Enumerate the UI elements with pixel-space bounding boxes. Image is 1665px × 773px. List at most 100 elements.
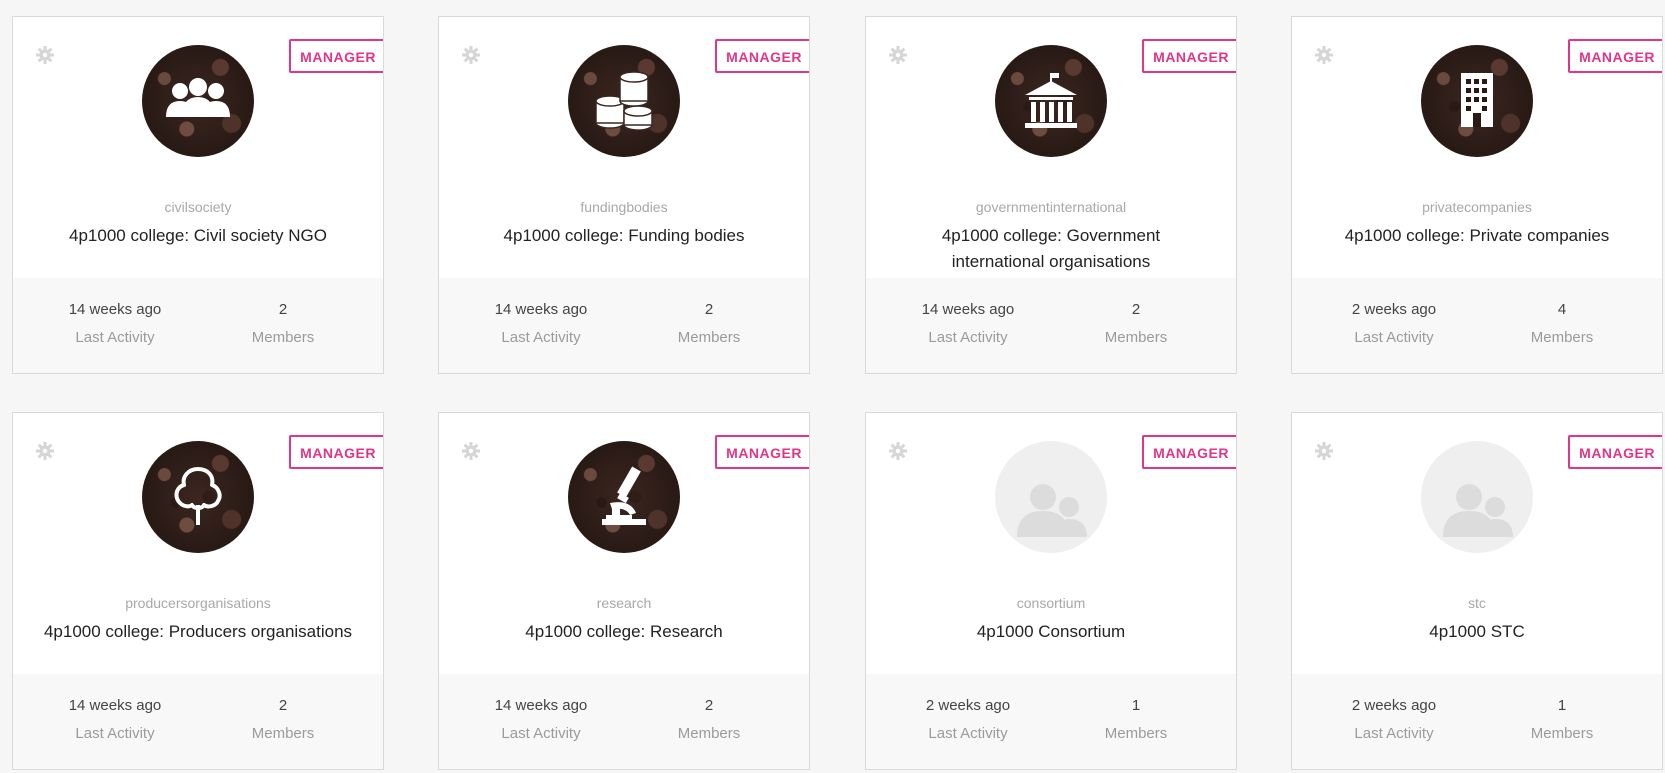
members-count: 2: [278, 301, 288, 318]
last-activity-stat: 14 weeks ago Last Activity: [35, 696, 195, 744]
group-title[interactable]: 4p1000 college: Producers organisations: [43, 619, 353, 645]
manager-badge: MANAGER: [1568, 39, 1662, 73]
last-activity-label: Last Activity: [75, 725, 155, 742]
default-group-icon: [1443, 484, 1513, 537]
manager-badge: MANAGER: [289, 435, 383, 469]
members-stat: 2 Members: [203, 696, 363, 744]
members-count: 4: [1557, 301, 1567, 318]
group-avatar[interactable]: [1421, 45, 1533, 157]
last-activity-value: 14 weeks ago: [494, 301, 588, 318]
members-stat: 1 Members: [1056, 696, 1216, 744]
card-footer: 14 weeks ago Last Activity 2 Members: [439, 674, 809, 769]
group-avatar[interactable]: [142, 45, 254, 157]
gear-icon[interactable]: [35, 45, 55, 65]
group-avatar[interactable]: [568, 441, 680, 553]
government-building-icon: [1025, 73, 1077, 128]
members-label: Members: [251, 725, 315, 742]
last-activity-value: 14 weeks ago: [921, 301, 1015, 318]
group-avatar[interactable]: [995, 441, 1107, 553]
members-count: 2: [1131, 301, 1141, 318]
group-slug: fundingbodies: [580, 199, 668, 215]
members-label: Members: [1530, 725, 1594, 742]
group-title[interactable]: 4p1000 college: Private companies: [1322, 223, 1632, 249]
group-slug: privatecompanies: [1422, 199, 1532, 215]
members-label: Members: [677, 725, 741, 742]
gear-icon[interactable]: [888, 45, 908, 65]
last-activity-value: 14 weeks ago: [494, 697, 588, 714]
group-slug: consortium: [1016, 595, 1086, 611]
members-stat: 2 Members: [1056, 300, 1216, 348]
members-stat: 2 Members: [203, 300, 363, 348]
members-stat: 2 Members: [629, 300, 789, 348]
last-activity-stat: 14 weeks ago Last Activity: [888, 300, 1048, 348]
members-label: Members: [1104, 725, 1168, 742]
group-card-fundingbodies[interactable]: MANAGER fundingbodies 4p1000 college: Fu…: [438, 16, 810, 374]
members-label: Members: [251, 329, 315, 346]
default-group-icon: [1017, 484, 1087, 537]
group-title[interactable]: 4p1000 college: Government international…: [896, 223, 1206, 275]
last-activity-stat: 2 weeks ago Last Activity: [1314, 696, 1474, 744]
last-activity-value: 2 weeks ago: [1351, 301, 1437, 318]
group-avatar[interactable]: [568, 45, 680, 157]
group-card-producersorganisations[interactable]: MANAGER producersorganisations 4p1000 co…: [12, 412, 384, 770]
group-slug: civilsociety: [164, 199, 232, 215]
last-activity-label: Last Activity: [928, 725, 1008, 742]
group-title[interactable]: 4p1000 Consortium: [896, 619, 1206, 645]
group-card-governmentinternational[interactable]: MANAGER governmentinternational 4p1000 c…: [865, 16, 1237, 374]
gear-icon[interactable]: [888, 441, 908, 461]
members-stat: 1 Members: [1482, 696, 1642, 744]
group-card-civilsociety[interactable]: MANAGER civilsociety 4p1000 college: Civ…: [12, 16, 384, 374]
group-card-research[interactable]: MANAGER research 4p1000 college: Researc…: [438, 412, 810, 770]
manager-badge: MANAGER: [1568, 435, 1662, 469]
last-activity-stat: 2 weeks ago Last Activity: [888, 696, 1048, 744]
gear-icon[interactable]: [35, 441, 55, 461]
group-card-consortium[interactable]: MANAGER consortium 4p1000 Consortium 2 w…: [865, 412, 1237, 770]
card-footer: 2 weeks ago Last Activity 4 Members: [1292, 278, 1662, 373]
members-count: 2: [704, 697, 714, 714]
last-activity-stat: 14 weeks ago Last Activity: [461, 696, 621, 744]
card-footer: 14 weeks ago Last Activity 2 Members: [866, 278, 1236, 373]
group-slug: stc: [1468, 595, 1486, 611]
manager-badge: MANAGER: [715, 39, 809, 73]
gear-icon[interactable]: [1314, 441, 1334, 461]
group-slug: governmentinternational: [975, 199, 1127, 215]
last-activity-stat: 2 weeks ago Last Activity: [1314, 300, 1474, 348]
members-label: Members: [677, 329, 741, 346]
tree-icon: [174, 467, 222, 525]
card-footer: 2 weeks ago Last Activity 1 Members: [1292, 674, 1662, 769]
group-card-stc[interactable]: MANAGER stc 4p1000 STC 2 weeks ago Last …: [1291, 412, 1663, 770]
gear-icon[interactable]: [461, 45, 481, 65]
gear-icon[interactable]: [1314, 45, 1334, 65]
last-activity-label: Last Activity: [501, 329, 581, 346]
members-count: 1: [1557, 697, 1567, 714]
last-activity-label: Last Activity: [1354, 329, 1434, 346]
group-grid: MANAGER civilsociety 4p1000 college: Civ…: [0, 0, 1665, 773]
coins-stack-icon: [595, 71, 653, 131]
card-footer: 2 weeks ago Last Activity 1 Members: [866, 674, 1236, 769]
last-activity-label: Last Activity: [75, 329, 155, 346]
group-title[interactable]: 4p1000 college: Funding bodies: [469, 223, 779, 249]
card-footer: 14 weeks ago Last Activity 2 Members: [439, 278, 809, 373]
group-avatar[interactable]: [1421, 441, 1533, 553]
manager-badge: MANAGER: [289, 39, 383, 73]
members-count: 2: [704, 301, 714, 318]
group-avatar[interactable]: [142, 441, 254, 553]
group-slug: producersorganisations: [125, 595, 271, 611]
gear-icon[interactable]: [461, 441, 481, 461]
group-title[interactable]: 4p1000 college: Civil society NGO: [43, 223, 353, 249]
group-avatar[interactable]: [995, 45, 1107, 157]
manager-badge: MANAGER: [1142, 39, 1236, 73]
last-activity-value: 14 weeks ago: [68, 697, 162, 714]
last-activity-label: Last Activity: [928, 329, 1008, 346]
group-title[interactable]: 4p1000 STC: [1322, 619, 1632, 645]
group-title[interactable]: 4p1000 college: Research: [469, 619, 779, 645]
last-activity-value: 14 weeks ago: [68, 301, 162, 318]
members-count: 1: [1131, 697, 1141, 714]
manager-badge: MANAGER: [715, 435, 809, 469]
people-group-icon: [166, 78, 230, 117]
members-label: Members: [1530, 329, 1594, 346]
last-activity-value: 2 weeks ago: [925, 697, 1011, 714]
last-activity-label: Last Activity: [1354, 725, 1434, 742]
group-slug: research: [596, 595, 652, 611]
group-card-privatecompanies[interactable]: MANAGER privatecompanies 4p1000 college:…: [1291, 16, 1663, 374]
